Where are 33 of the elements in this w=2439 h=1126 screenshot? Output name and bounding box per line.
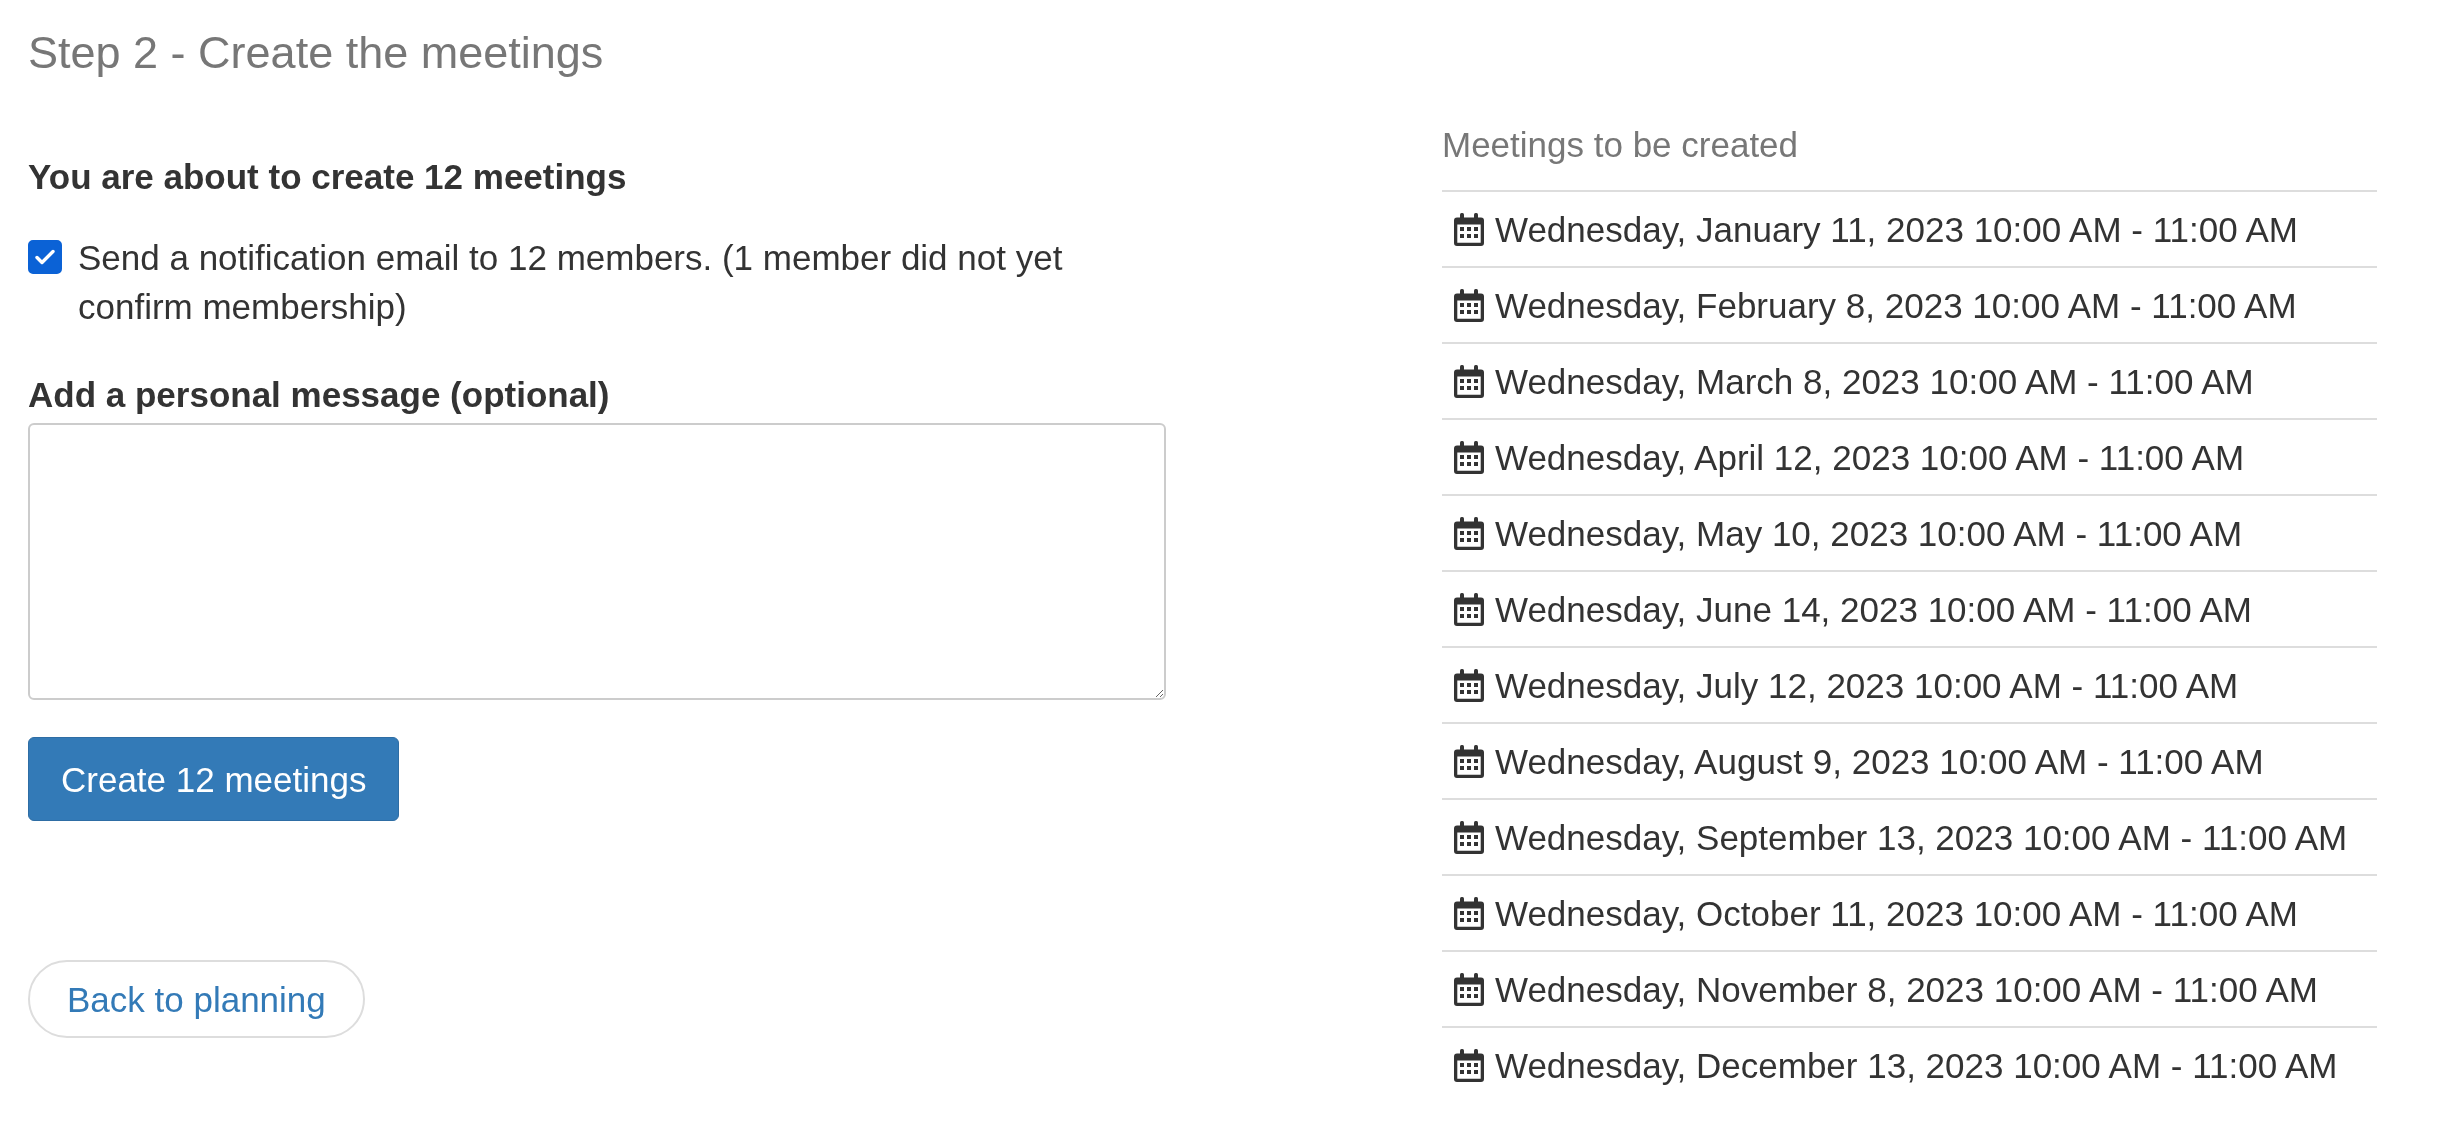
meeting-date: Wednesday, January 11, 2023 10:00 AM - 11:00 AM	[1495, 209, 2298, 251]
list-caption: Meetings to be created	[1442, 124, 1799, 166]
calendar-icon	[1454, 669, 1484, 702]
calendar-icon	[1454, 1049, 1484, 1082]
meeting-date: Wednesday, September 13, 2023 10:00 AM - 11:00 AM	[1495, 817, 2348, 859]
calendar-icon	[1454, 213, 1484, 246]
calendar-icon	[1454, 593, 1484, 626]
calendar-icon	[1454, 897, 1484, 930]
create-button[interactable]: Create 12 meetings	[28, 737, 400, 821]
calendar-icon	[1454, 517, 1484, 550]
meeting-date: Wednesday, November 8, 2023 10:00 AM - 11:00 AM	[1495, 969, 2318, 1011]
calendar-icon	[1454, 441, 1484, 474]
meeting-date: Wednesday, March 8, 2023 10:00 AM - 11:00 AM	[1495, 361, 2254, 403]
calendar-icon	[1454, 365, 1484, 398]
meeting-date: Wednesday, August 9, 2023 10:00 AM - 11:00 AM	[1495, 741, 2264, 783]
page-title: Step 2 - Create the meetings	[28, 28, 604, 78]
meeting-date: Wednesday, July 12, 2023 10:00 AM - 11:00 AM	[1495, 665, 2239, 707]
calendar-icon	[1454, 973, 1484, 1006]
calendar-icon	[1454, 821, 1484, 854]
meeting-date: Wednesday, April 12, 2023 10:00 AM - 11:00 AM	[1495, 437, 2245, 479]
meeting-date: Wednesday, June 14, 2023 10:00 AM - 11:00 AM	[1495, 589, 2252, 631]
calendar-icon	[1454, 745, 1484, 778]
meeting-date: Wednesday, December 13, 2023 10:00 AM - 11:00 AM	[1495, 1045, 2338, 1087]
message-field[interactable]	[28, 423, 1166, 700]
checkbox[interactable]	[28, 240, 62, 274]
checkbox-label[interactable]: Send a notification email to 12 members. (1 member did not yet confirm membership)	[78, 232, 1166, 331]
meeting-date: Wednesday, May 10, 2023 10:00 AM - 11:00 AM	[1495, 513, 2243, 555]
calendar-icon	[1454, 289, 1484, 322]
section-heading: You are about to create 12 meetings	[28, 155, 627, 198]
meeting-date: Wednesday, February 8, 2023 10:00 AM - 11:00 AM	[1495, 285, 2297, 327]
meeting-date: Wednesday, October 11, 2023 10:00 AM - 11:00 AM	[1495, 893, 2298, 935]
field-label: Add a personal message (optional)	[28, 373, 610, 416]
back-button[interactable]: Back to planning	[28, 960, 365, 1038]
